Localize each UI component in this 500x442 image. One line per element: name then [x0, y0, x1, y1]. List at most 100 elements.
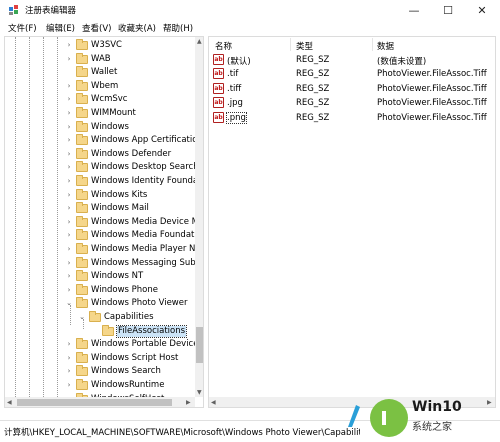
collapse-arrow-icon[interactable]: ⌄: [78, 312, 86, 322]
tree-item-label: Windows Defender: [91, 148, 172, 159]
folder-icon: [76, 365, 88, 377]
tree-guide-line: [29, 37, 30, 397]
expand-arrow-icon[interactable]: ›: [65, 122, 73, 132]
expand-arrow-icon[interactable]: ›: [65, 149, 73, 159]
tree-vertical-scrollbar[interactable]: ▲ ▼: [195, 37, 203, 397]
close-button[interactable]: ✕: [466, 0, 498, 20]
folder-icon: [76, 188, 88, 200]
column-data[interactable]: 数据: [377, 40, 394, 52]
window-title: 注册表编辑器: [25, 6, 77, 16]
value-name: .tiff: [227, 83, 242, 94]
tree-item[interactable]: › Windows Search: [5, 365, 195, 379]
tree-item[interactable]: › WindowsRuntime: [5, 379, 195, 393]
value-row[interactable]: ab (默认) REG_SZ (数值未设置): [209, 53, 495, 67]
tree-item[interactable]: › W3SVC: [5, 39, 195, 53]
tree-item[interactable]: › WcmSvc: [5, 93, 195, 107]
tree-item[interactable]: › Windows Defender: [5, 147, 195, 162]
tree-item[interactable]: › Wbem: [5, 79, 195, 94]
expand-arrow-icon[interactable]: ›: [65, 54, 73, 64]
tree-horizontal-scroll-thumb[interactable]: [17, 399, 172, 406]
value-type: REG_SZ: [296, 83, 330, 94]
menu-favorites[interactable]: 收藏夹(A): [118, 22, 156, 34]
column-divider[interactable]: [290, 38, 291, 51]
tree-item[interactable]: › Windows Kits: [5, 188, 195, 203]
expand-arrow-icon[interactable]: ›: [65, 380, 73, 390]
expand-arrow-icon[interactable]: ›: [65, 258, 73, 268]
expand-arrow-icon[interactable]: ›: [65, 81, 73, 91]
menu-help[interactable]: 帮助(H): [163, 22, 193, 34]
expand-arrow-icon[interactable]: ›: [65, 40, 73, 50]
expand-arrow-icon[interactable]: ›: [65, 176, 73, 186]
tree-item[interactable]: › Windows Messaging Subs: [5, 256, 200, 271]
value-row[interactable]: ab .png REG_SZ PhotoViewer.FileAssoc.Tiff: [209, 111, 495, 125]
expand-arrow-icon[interactable]: ›: [65, 135, 73, 145]
scroll-right-icon[interactable]: ▶: [186, 399, 191, 406]
expand-arrow-icon[interactable]: ›: [65, 271, 73, 281]
tree-item[interactable]: Wallet: [5, 66, 195, 80]
scroll-left-icon[interactable]: ◀: [7, 399, 12, 406]
column-divider[interactable]: [372, 38, 373, 51]
column-type[interactable]: 类型: [296, 40, 313, 52]
folder-icon: [76, 338, 88, 350]
tree-item-label: Windows Photo Viewer: [91, 298, 188, 309]
tree-item[interactable]: › Windows Media Player NS: [5, 243, 201, 257]
tree-vertical-scroll-thumb[interactable]: [196, 327, 203, 363]
tree-item[interactable]: FileAssociations: [5, 324, 195, 339]
expand-arrow-icon[interactable]: ›: [65, 244, 73, 254]
tree-item[interactable]: › Windows Identity Foundati: [5, 175, 203, 189]
tree-horizontal-scrollbar[interactable]: ◀ ▶: [5, 397, 195, 407]
collapse-arrow-icon[interactable]: ⌄: [65, 298, 73, 308]
tree-item[interactable]: › Windows: [5, 120, 195, 135]
expand-arrow-icon[interactable]: ›: [65, 108, 73, 118]
tree-item[interactable]: ⌄ Capabilities: [5, 311, 195, 325]
tree-guide-line: [83, 319, 84, 329]
regedit-app-icon: [9, 5, 18, 15]
tree-item[interactable]: › Windows NT: [5, 270, 195, 284]
tree-item[interactable]: › Windows Media Device M: [5, 215, 199, 230]
maximize-button[interactable]: ☐: [432, 0, 464, 20]
menu-view[interactable]: 查看(V): [82, 22, 111, 34]
expand-arrow-icon[interactable]: ›: [65, 366, 73, 376]
tree-item-label: Windows NT: [91, 271, 144, 282]
scroll-left-icon[interactable]: ◀: [211, 399, 216, 406]
column-name[interactable]: 名称: [215, 40, 232, 52]
expand-arrow-icon[interactable]: ›: [65, 190, 73, 200]
tree-item[interactable]: › Windows App Certification: [5, 134, 203, 148]
tree-item[interactable]: › WIMMount: [5, 107, 195, 121]
expand-arrow-icon[interactable]: ›: [65, 353, 73, 363]
menu-edit[interactable]: 编辑(E): [46, 22, 75, 34]
tree-item[interactable]: › Windows Mail: [5, 202, 195, 216]
expand-arrow-icon[interactable]: ›: [65, 217, 73, 227]
expand-arrow-icon[interactable]: ›: [65, 339, 73, 349]
tree-item[interactable]: › Windows Phone: [5, 283, 195, 298]
scroll-down-icon[interactable]: ▼: [197, 389, 202, 396]
tree-item[interactable]: › Windows Script Host: [5, 351, 195, 366]
close-icon: ✕: [477, 3, 487, 17]
tree-item[interactable]: › Windows Portable Devices: [5, 338, 203, 352]
expand-arrow-icon[interactable]: ›: [65, 162, 73, 172]
folder-icon: [76, 161, 88, 173]
value-row[interactable]: ab .jpg REG_SZ PhotoViewer.FileAssoc.Tiff: [209, 96, 495, 110]
minimize-button[interactable]: —: [398, 0, 430, 20]
expand-arrow-icon[interactable]: ›: [65, 203, 73, 213]
string-value-icon: ab: [213, 68, 224, 80]
value-data: (数值未设置): [377, 57, 427, 67]
expand-arrow-icon[interactable]: ›: [65, 94, 73, 104]
scroll-up-icon[interactable]: ▲: [197, 38, 202, 45]
tree-item[interactable]: › Windows Desktop Search: [5, 161, 199, 175]
value-row[interactable]: ab .tiff REG_SZ PhotoViewer.FileAssoc.Tiff: [209, 82, 495, 96]
registry-values-pane[interactable]: 名称 类型 数据 ab (默认) REG_SZ (数值未设置) ab .tif REG_SZ…: [208, 36, 496, 408]
registry-tree-pane[interactable]: › W3SVC › WAB Wallet › Wbem › WcmSvc › WIMMount › Wi…: [4, 36, 204, 408]
folder-icon: [76, 229, 88, 241]
expand-arrow-icon[interactable]: ›: [65, 230, 73, 240]
tree-item[interactable]: › WAB: [5, 52, 195, 67]
expand-arrow-icon[interactable]: ›: [65, 285, 73, 295]
menu-file[interactable]: 文件(F): [8, 22, 37, 34]
value-row[interactable]: ab .tif REG_SZ PhotoViewer.FileAssoc.Tiff: [209, 67, 495, 81]
tree-item[interactable]: ⌄ Windows Photo Viewer: [5, 297, 195, 311]
folder-icon: [76, 202, 88, 214]
folder-icon: [76, 175, 88, 186]
tree-item[interactable]: › Windows Media Foundatic: [5, 229, 201, 243]
folder-icon: [76, 297, 88, 309]
tree-guide-line: [70, 305, 71, 325]
